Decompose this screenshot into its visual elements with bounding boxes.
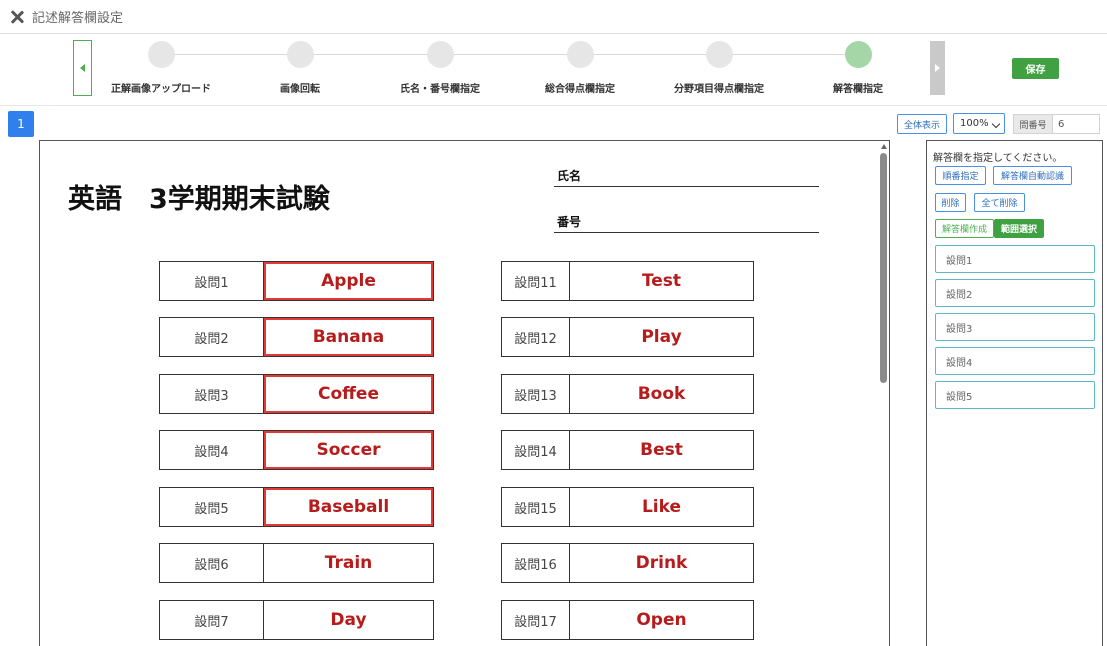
answer-row[interactable]: 設問11 Test — [501, 261, 754, 301]
answer-row[interactable]: 設問13 Book — [501, 374, 754, 414]
scrollbar[interactable] — [878, 141, 889, 646]
answer-cell[interactable]: Banana — [264, 318, 433, 356]
question-number-label: 問番号 — [1013, 114, 1053, 134]
close-icon[interactable] — [10, 10, 24, 24]
range-select-button[interactable]: 範囲選択 — [994, 219, 1044, 238]
answer-row[interactable]: 設問4 Soccer — [159, 430, 434, 470]
step-label-4: 総合得点欄指定 — [545, 84, 615, 95]
question-label: 設問11 — [502, 262, 570, 300]
step-label-5: 分野項目得点欄指定 — [674, 84, 764, 95]
step-connector — [314, 54, 427, 55]
step-dot-6[interactable] — [845, 41, 872, 68]
create-answer-field-button[interactable]: 解答欄作成 — [935, 219, 994, 238]
question-label: 設問2 — [160, 318, 264, 356]
page-tab-1[interactable]: 1 — [8, 111, 34, 137]
answer-row[interactable]: 設問7 Day — [159, 600, 434, 640]
chevron-left-icon — [80, 64, 85, 72]
answer-row[interactable]: 設問5 Baseball — [159, 487, 434, 527]
answer-field-item[interactable]: 設問1 — [935, 245, 1095, 273]
answer-sheet-canvas[interactable]: 英語 3学期期末試験 氏名 番号 設問1 Apple 設問2 Banana 設問3 Cof… — [39, 140, 890, 646]
answer-cell[interactable]: Play — [570, 318, 753, 356]
answer-row[interactable]: 設問3 Coffee — [159, 374, 434, 414]
number-label: 番号 — [557, 215, 582, 229]
step-label-3: 氏名・番号欄指定 — [400, 84, 480, 95]
answer-field-item[interactable]: 設問4 — [935, 347, 1095, 375]
step-label-1: 正解画像アップロード — [111, 84, 211, 95]
zoom-value: 100% — [960, 118, 989, 129]
step-label-6: 解答欄指定 — [833, 84, 883, 95]
question-label: 設問3 — [160, 375, 264, 413]
exam-title: 英語 3学期期末試験 — [68, 184, 330, 215]
answer-cell[interactable]: Day — [264, 601, 433, 639]
question-label: 設問14 — [502, 431, 570, 469]
answer-row[interactable]: 設問12 Play — [501, 317, 754, 357]
question-label: 設問15 — [502, 488, 570, 526]
step-progress-bar: 正解画像アップロード 画像回転 氏名・番号欄指定 総合得点欄指定 分野項目得点欄… — [0, 34, 1107, 106]
step-connector — [174, 54, 287, 55]
step-dot-4[interactable] — [567, 41, 594, 68]
answer-cell[interactable]: Train — [264, 544, 433, 582]
answer-cell[interactable]: Baseball — [264, 488, 433, 526]
step-label-2: 画像回転 — [280, 84, 320, 95]
window-title: 記述解答欄設定 — [32, 11, 124, 26]
question-label: 設問7 — [160, 601, 264, 639]
question-label: 設問6 — [160, 544, 264, 582]
name-label: 氏名 — [557, 169, 582, 183]
answer-row[interactable]: 設問14 Best — [501, 430, 754, 470]
question-label: 設問13 — [502, 375, 570, 413]
answer-cell[interactable]: Book — [570, 375, 753, 413]
next-step-button[interactable] — [930, 41, 945, 95]
fit-to-page-button[interactable]: 全体表示 — [897, 114, 947, 134]
answer-field-item[interactable]: 設問5 — [935, 381, 1095, 409]
step-dot-2[interactable] — [287, 41, 314, 68]
answer-row[interactable]: 設問6 Train — [159, 543, 434, 583]
delete-button[interactable]: 削除 — [935, 193, 966, 212]
step-dot-5[interactable] — [706, 41, 733, 68]
answer-cell[interactable]: Test — [570, 262, 753, 300]
title-bar: 記述解答欄設定 — [0, 0, 1107, 34]
question-label: 設問17 — [502, 601, 570, 639]
answer-cell[interactable]: Best — [570, 431, 753, 469]
prev-step-button[interactable] — [73, 40, 92, 96]
answer-field-item[interactable]: 設問2 — [935, 279, 1095, 307]
save-button[interactable]: 保存 — [1012, 58, 1059, 79]
answer-row[interactable]: 設問17 Open — [501, 600, 754, 640]
answer-row[interactable]: 設問16 Drink — [501, 543, 754, 583]
chevron-right-icon — [935, 64, 940, 72]
answer-field-panel: 解答欄を指定してください。 順番指定 解答欄自動認識 削除 全て削除 解答欄作成… — [926, 140, 1103, 646]
question-label: 設問1 — [160, 262, 264, 300]
step-connector — [454, 54, 567, 55]
delete-all-button[interactable]: 全て削除 — [974, 193, 1025, 212]
answer-cell[interactable]: Soccer — [264, 431, 433, 469]
scrollbar-thumb[interactable] — [880, 153, 887, 383]
zoom-select[interactable]: 100% — [953, 113, 1005, 134]
question-number-input[interactable]: 6 — [1052, 114, 1100, 134]
answer-cell[interactable]: Coffee — [264, 375, 433, 413]
name-underline — [554, 186, 819, 187]
step-connector — [594, 54, 706, 55]
answer-cell[interactable]: Drink — [570, 544, 753, 582]
scroll-up-arrow-icon[interactable] — [881, 144, 887, 149]
number-underline — [554, 232, 819, 233]
question-label: 設問4 — [160, 431, 264, 469]
answer-cell[interactable]: Open — [570, 601, 753, 639]
panel-instruction: 解答欄を指定してください。 — [933, 153, 1063, 164]
question-label: 設問12 — [502, 318, 570, 356]
answer-cell[interactable]: Like — [570, 488, 753, 526]
sequential-order-button[interactable]: 順番指定 — [935, 166, 986, 185]
answer-cell[interactable]: Apple — [264, 262, 433, 300]
answer-field-item[interactable]: 設問3 — [935, 313, 1095, 341]
answer-row[interactable]: 設問15 Like — [501, 487, 754, 527]
question-label: 設問5 — [160, 488, 264, 526]
answer-row[interactable]: 設問2 Banana — [159, 317, 434, 357]
answer-row[interactable]: 設問1 Apple — [159, 261, 434, 301]
auto-detect-button[interactable]: 解答欄自動認識 — [993, 166, 1072, 185]
step-connector — [733, 54, 845, 55]
step-dot-3[interactable] — [427, 41, 454, 68]
question-label: 設問16 — [502, 544, 570, 582]
step-dot-1[interactable] — [148, 41, 175, 68]
